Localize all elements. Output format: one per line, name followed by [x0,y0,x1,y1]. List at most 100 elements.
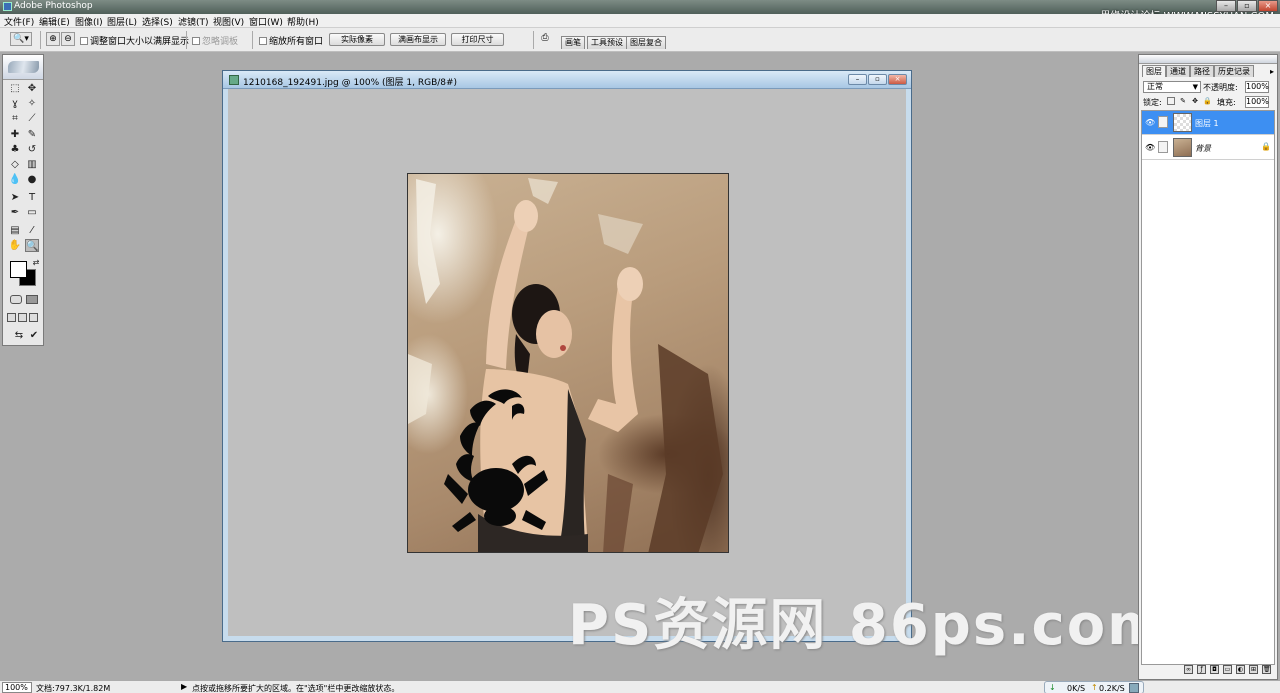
path-selection-tool-icon[interactable]: ➤ [8,191,22,204]
delete-layer-icon[interactable]: 🗑 [1262,665,1271,674]
fill-input[interactable]: 100% [1245,96,1269,108]
menu-window[interactable]: 窗口(W) [249,15,283,28]
menu-layer[interactable]: 图层(L) [107,15,137,28]
image-canvas[interactable] [407,173,729,553]
crop-tool-icon[interactable]: ⌗ [8,112,22,125]
zoom-all-windows-checkbox[interactable]: 缩放所有窗口 [259,34,323,47]
edit-in-imageready-icon[interactable]: ✔ [27,329,41,342]
slice-tool-icon[interactable]: ⟋ [25,112,39,125]
minimize-button[interactable]: – [1216,0,1236,12]
fill-label: 填充: [1217,98,1236,107]
fit-screen-button[interactable]: 满画布显示 [390,33,446,46]
zoom-tool-preset-icon[interactable]: 🔍▾ [10,32,32,46]
healing-brush-tool-icon[interactable]: ✚ [8,128,22,141]
menu-select[interactable]: 选择(S) [142,15,173,28]
layer-style-icon[interactable]: ƒ [1197,665,1206,674]
marquee-tool-icon[interactable]: ⬚ [8,82,22,95]
gradient-tool-icon[interactable]: ▥ [25,158,39,171]
tab-layers[interactable]: 图层 [1142,65,1166,77]
eyedropper-tool-icon[interactable]: ⁄ [25,224,39,237]
link-box-icon[interactable] [1158,141,1168,153]
maximize-button[interactable]: ▫ [1237,0,1257,12]
well-tab-brushes[interactable]: 画笔 [561,36,585,49]
shape-tool-icon[interactable]: ▭ [25,206,39,219]
swap-colors-icon[interactable]: ⇄ [29,256,43,269]
menu-help[interactable]: 帮助(H) [287,15,319,28]
resize-windows-checkbox[interactable]: 调整窗口大小以满屏显示 [80,34,189,47]
network-tray: ↓ 0K/S ↑ 0.2K/S [1044,681,1144,693]
brush-tool-icon[interactable]: ✎ [25,128,39,141]
well-tab-layer-comps[interactable]: 图层复合 [626,36,666,49]
screen-mode-menu-icon[interactable] [18,313,27,322]
lasso-tool-icon[interactable]: ɣ [8,97,22,110]
menu-image[interactable]: 图像(I) [75,15,103,28]
screen-mode-standard-icon[interactable] [7,313,16,322]
standard-mode-icon[interactable] [10,295,22,304]
blur-tool-icon[interactable]: 💧 [8,173,22,186]
upload-speed: 0.2K/S [1099,684,1125,693]
menu-edit[interactable]: 编辑(E) [39,15,70,28]
zoom-out-icon[interactable]: ⊖ [61,32,75,46]
download-arrow-icon: ↓ [1049,683,1056,692]
tab-paths[interactable]: 路径 [1190,65,1214,77]
screen-mode-full-icon[interactable] [29,313,38,322]
opacity-input[interactable]: 100% [1245,81,1269,93]
clone-stamp-tool-icon[interactable]: ♣ [8,143,22,156]
tab-history[interactable]: 历史记录 [1214,65,1254,77]
lock-transparency-icon[interactable] [1167,97,1175,105]
document-restore-button[interactable]: ▫ [868,74,887,85]
eraser-tool-icon[interactable]: ◇ [8,158,22,171]
panel-menu-icon[interactable]: ▸ [1270,67,1274,76]
move-tool-icon[interactable]: ✥ [25,82,39,95]
zoom-tool-icon[interactable]: 🔍 [25,239,39,252]
foreground-color-swatch[interactable] [10,261,27,278]
new-group-icon[interactable]: ▭ [1223,665,1232,674]
document-size[interactable]: 文档:797.3K/1.82M [36,683,110,693]
zoom-in-icon[interactable]: ⊕ [46,32,60,46]
actual-pixels-button[interactable]: 实际像素 [329,33,385,46]
menu-view[interactable]: 视图(V) [213,15,244,28]
layer-thumbnail [1173,113,1192,132]
layer-row-layer1[interactable]: 👁 图层 1 [1142,111,1274,135]
print-size-button[interactable]: 打印尺寸 [451,33,504,46]
notes-tool-icon[interactable]: ▤ [8,224,22,237]
close-button[interactable]: × [1258,0,1278,12]
layer-name: 图层 1 [1195,119,1219,128]
photo-illustration [408,178,723,552]
link-layers-icon[interactable]: ∞ [1184,665,1193,674]
document-titlebar[interactable]: 1210168_192491.jpg @ 100% (图层 1, RGB/8#)… [223,71,911,89]
brush-link-icon[interactable] [1158,116,1168,128]
layer-row-background[interactable]: 👁 背景 🔒 [1142,136,1274,160]
layers-panel-titlebar[interactable] [1139,55,1277,64]
palette-well-icon[interactable]: ⎙ [538,32,552,46]
menu-filter[interactable]: 滤镜(T) [178,15,209,28]
document-frame-left [223,89,228,641]
type-tool-icon[interactable]: T [25,191,39,204]
history-brush-tool-icon[interactable]: ↺ [25,143,39,156]
adjustment-layer-icon[interactable]: ◐ [1236,665,1245,674]
imageready-jump-icon[interactable]: ⇆ [9,329,29,342]
status-menu-arrow-icon[interactable]: ▶ [181,682,187,691]
magic-wand-tool-icon[interactable]: ✧ [25,97,39,110]
add-mask-icon[interactable]: ◘ [1210,665,1219,674]
document-close-button[interactable]: × [888,74,907,85]
lock-position-icon[interactable]: ✥ [1191,97,1199,105]
well-tab-tool-presets[interactable]: 工具预设 [587,36,627,49]
blend-mode-select[interactable]: 正常 ▼ [1143,81,1201,93]
lock-image-icon[interactable]: ✎ [1179,97,1187,105]
document-title: 1210168_192491.jpg @ 100% (图层 1, RGB/8#) [243,78,458,88]
quickmask-mode-icon[interactable] [26,295,38,304]
hand-tool-icon[interactable]: ✋ [8,239,22,252]
new-layer-icon[interactable]: ⊞ [1249,665,1258,674]
tray-app-icon[interactable] [1129,683,1139,693]
visibility-eye-icon[interactable]: 👁 [1145,143,1155,152]
dodge-tool-icon[interactable]: ● [25,173,39,186]
menu-file[interactable]: 文件(F) [4,15,34,28]
tab-channels[interactable]: 通道 [1166,65,1190,77]
document-minimize-button[interactable]: – [848,74,867,85]
zoom-level-input[interactable]: 100% [2,682,32,693]
pen-tool-icon[interactable]: ✒ [8,206,22,219]
ignore-palettes-checkbox[interactable]: 忽略调板 [192,34,238,47]
visibility-eye-icon[interactable]: 👁 [1145,118,1155,127]
lock-all-icon[interactable]: 🔒 [1203,97,1212,105]
